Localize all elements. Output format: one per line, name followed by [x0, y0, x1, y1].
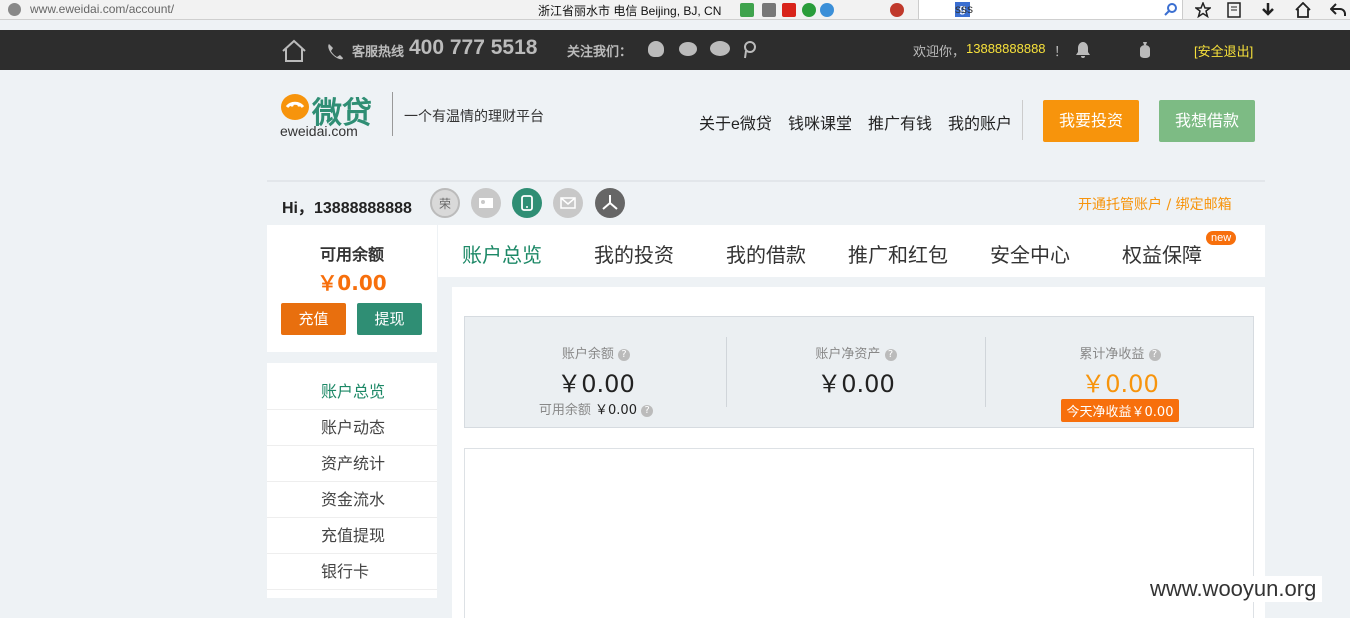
- wechat-icon[interactable]: [710, 41, 730, 56]
- bank-card-icon[interactable]: [595, 188, 625, 218]
- bookmarks-icon[interactable]: [1226, 2, 1242, 18]
- balance-label: 账户余额: [561, 347, 614, 362]
- follow-label: 关注我们：: [567, 44, 633, 59]
- search-box[interactable]: g sss: [918, 0, 1183, 19]
- stat-earnings: 累计净收益 ? ￥0.00 今天净收益￥0.00: [986, 317, 1254, 429]
- tencent-weibo-icon[interactable]: [742, 39, 762, 59]
- search-icon[interactable]: [1164, 3, 1177, 16]
- user-greeting: Hi，13888888888: [282, 200, 412, 217]
- available-value: ￥0.00: [595, 403, 637, 418]
- tab-security[interactable]: 安全中心: [990, 239, 1070, 268]
- email-icon[interactable]: [553, 188, 583, 218]
- nav-promotion[interactable]: 推广有钱: [868, 110, 932, 134]
- available-balance-amount: ￥0.00: [317, 271, 387, 295]
- help-icon[interactable]: ?: [618, 348, 631, 361]
- balance-value: ￥0.00: [557, 370, 635, 398]
- recharge-button[interactable]: 充值: [281, 303, 346, 335]
- available-balance-label: 可用余额: [319, 245, 384, 264]
- withdraw-button[interactable]: 提现: [357, 303, 422, 335]
- sidebar-item-cashflow[interactable]: 资金流水: [267, 482, 437, 518]
- geo-location-text: 浙江省丽水市 电信 Beijing, BJ, CN: [538, 4, 722, 18]
- sidebar-item-assets[interactable]: 资产统计: [267, 446, 437, 482]
- stats-panel: 账户余额 ? ￥0.00 可用余额 ￥0.00 ? 账户净资产 ? ￥0.00 …: [464, 316, 1254, 428]
- shield-icon[interactable]: [740, 3, 754, 17]
- tab-protection[interactable]: 权益保障: [1122, 239, 1202, 268]
- net-assets-value: ￥0.00: [817, 370, 895, 398]
- bookmark-star-icon[interactable]: [1195, 2, 1211, 18]
- phone-icon: [328, 44, 343, 60]
- back-icon[interactable]: [1330, 2, 1346, 18]
- browser-bar: www.eweidai.com/account/ 浙江省丽水市 电信 Beiji…: [0, 0, 1350, 20]
- hotline-number: 400 777 5518: [409, 36, 538, 59]
- stat-net-assets: 账户净资产 ? ￥0.00: [727, 317, 985, 429]
- stat-balance: 账户余额 ? ￥0.00 可用余额 ￥0.00 ?: [465, 317, 727, 429]
- sidebar-item-recharge-withdraw[interactable]: 充值提现: [267, 518, 437, 554]
- borrow-button[interactable]: 我想借款: [1159, 100, 1255, 142]
- tab-investments[interactable]: 我的投资: [594, 239, 674, 268]
- identity-card-icon[interactable]: [471, 188, 501, 218]
- earnings-value: ￥0.00: [1081, 370, 1159, 398]
- addon-icon[interactable]: [890, 3, 904, 17]
- download-icon[interactable]: [1260, 2, 1276, 18]
- address-bar[interactable]: www.eweidai.com/account/: [30, 2, 174, 16]
- logout-link[interactable]: [安全退出]: [1194, 41, 1253, 60]
- sidebar: 账户总览 账户动态 资产统计 资金流水 充值提现 银行卡: [267, 363, 437, 598]
- tab-overview[interactable]: 账户总览: [462, 239, 542, 268]
- logo-e-icon: [281, 94, 309, 120]
- nav-about[interactable]: 关于e微贷: [699, 110, 772, 134]
- help-icon[interactable]: ?: [641, 404, 654, 417]
- divider: [267, 180, 1265, 182]
- home-icon[interactable]: [281, 39, 307, 63]
- bell-icon[interactable]: [1075, 41, 1091, 59]
- welcome-exclaim: ！: [1054, 44, 1068, 59]
- logo-domain: eweidai.com: [280, 123, 358, 139]
- user-phone: 13888888888: [966, 41, 1046, 56]
- today-earnings-badge: 今天净收益￥0.00: [1060, 399, 1180, 422]
- globe-icon: [8, 3, 21, 16]
- available-label: 可用余额: [538, 403, 591, 418]
- watermark: www.wooyun.org: [1144, 576, 1323, 602]
- nav-classroom[interactable]: 钱咪课堂: [788, 110, 852, 134]
- flag-icon[interactable]: [782, 3, 796, 17]
- sidebar-item-activity[interactable]: 账户动态: [267, 410, 437, 446]
- honor-badge-icon[interactable]: 荣: [430, 188, 460, 218]
- mobile-verified-icon[interactable]: [512, 188, 542, 218]
- tab-promotion[interactable]: 推广和红包: [848, 239, 948, 268]
- earnings-label: 累计净收益: [1079, 347, 1145, 362]
- sidebar-item-bank-card[interactable]: 银行卡: [267, 554, 437, 590]
- extension-icon-2[interactable]: [820, 3, 834, 17]
- account-tabs: 账户总览 我的投资 我的借款 推广和红包 安全中心 权益保障: [438, 225, 1265, 277]
- help-icon[interactable]: ?: [1148, 348, 1161, 361]
- balance-panel: 可用余额 ￥0.00 充值 提现: [267, 225, 437, 352]
- money-bag-icon[interactable]: [1137, 41, 1153, 59]
- net-assets-label: 账户净资产: [815, 347, 881, 362]
- qq-icon[interactable]: [648, 41, 664, 57]
- qr-icon[interactable]: [762, 3, 776, 17]
- home-icon[interactable]: [1295, 2, 1311, 18]
- hotline-label: 客服热线: [352, 44, 405, 59]
- sidebar-item-overview[interactable]: 账户总览: [267, 374, 437, 410]
- logo-slogan: 一个有温情的理财平台: [404, 109, 544, 125]
- logo-divider: [392, 92, 393, 136]
- top-bar: 客服热线 400 777 5518 关注我们： 欢迎你， 13888888888…: [0, 30, 1350, 70]
- invest-button[interactable]: 我要投资: [1043, 100, 1139, 142]
- help-icon[interactable]: ?: [884, 348, 897, 361]
- weibo-icon[interactable]: [679, 42, 697, 56]
- welcome-text: 欢迎你，: [913, 44, 966, 59]
- new-badge: new: [1206, 231, 1237, 245]
- nav-my-account[interactable]: 我的账户: [948, 110, 1012, 134]
- open-account-link[interactable]: 开通托管账户 / 绑定邮箱: [1078, 194, 1232, 214]
- honor-badge-text: 荣: [438, 196, 451, 211]
- content-box: [464, 448, 1254, 618]
- nav-divider: [1022, 100, 1023, 140]
- search-text: sss: [955, 2, 973, 16]
- extension-icon[interactable]: [802, 3, 816, 17]
- tab-loans[interactable]: 我的借款: [726, 239, 806, 268]
